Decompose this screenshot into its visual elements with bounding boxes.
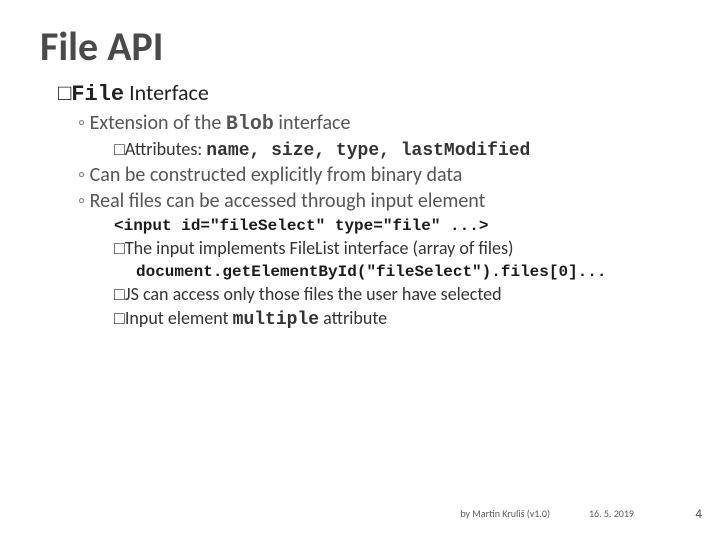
l2a-post: interface [274, 111, 351, 135]
square-bullet-icon: □ [114, 284, 125, 304]
bullet-level3-jsaccess: □JS can access only those files the user… [114, 283, 680, 305]
square-bullet-icon: □ [114, 139, 125, 159]
bullet-level2-constructed: Can be constructed explicitly from binar… [78, 163, 680, 187]
code-getelementbyid: document.getElementById("fileSelect").fi… [136, 263, 680, 281]
footer-author: by Martin Kruliš (v1.0) [460, 507, 550, 520]
square-bullet-icon: □ [114, 308, 125, 328]
bullet-level3-multiple: □Input element multiple attribute [114, 307, 680, 330]
code-word-file: File [71, 82, 124, 107]
slide-title: File API [40, 22, 680, 71]
bullet-level1: □File Interface [58, 79, 680, 107]
l3a-lead: Attributes: [125, 138, 206, 160]
l3b-text: The input implements FileList interface … [125, 237, 514, 259]
l2a-pre: Extension of the [90, 111, 226, 135]
bullet-level3-filelist: □The input implements FileList interface… [114, 237, 680, 259]
code-input-element: <input id="fileSelect" type="file" ...> [114, 217, 680, 235]
l3d-pre: Input element [125, 307, 233, 329]
l1-rest: Interface [124, 79, 209, 106]
square-bullet-icon: □ [58, 80, 71, 105]
bullet-level2-extension: Extension of the Blob interface [78, 111, 680, 136]
bullet-level2-realfiles: Real files can be accessed through input… [78, 189, 680, 213]
footer-date: 16. 5. 2019 [589, 507, 634, 520]
square-bullet-icon: □ [114, 238, 125, 258]
l3d-post: attribute [319, 307, 387, 329]
footer-page-number: 4 [695, 507, 702, 522]
bullet-level3-attributes: □Attributes: name, size, type, lastModif… [114, 138, 680, 161]
code-word-multiple: multiple [233, 310, 319, 330]
l3c-text: JS can access only those files the user … [125, 283, 502, 305]
code-word-blob: Blob [226, 113, 274, 136]
slide: File API □File Interface Extension of th… [0, 0, 720, 540]
attr-list: name, size, type, lastModified [206, 141, 530, 161]
